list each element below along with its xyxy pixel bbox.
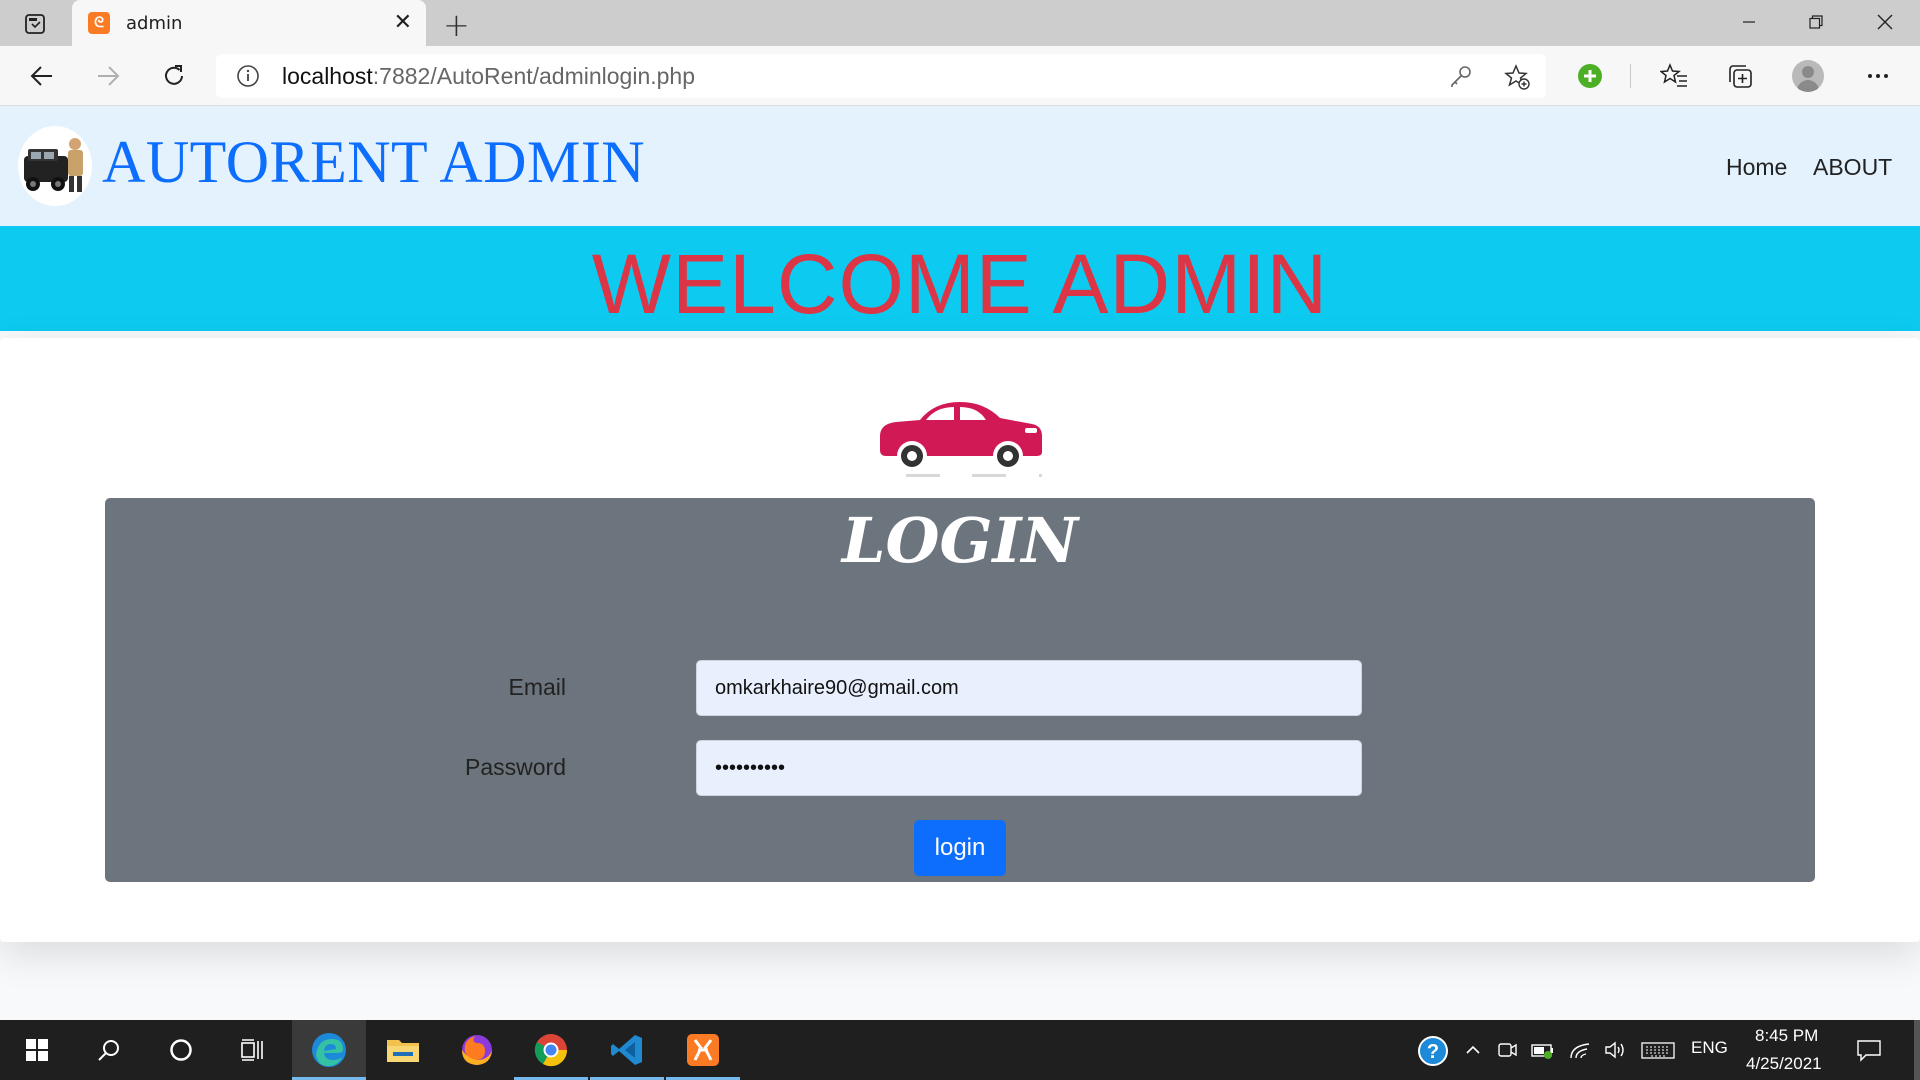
keyboard-icon	[1641, 1042, 1675, 1059]
login-button[interactable]: login	[914, 820, 1006, 876]
task-view-icon	[241, 1039, 263, 1061]
windows-logo-icon	[26, 1039, 48, 1061]
battery-charging-icon	[1531, 1044, 1553, 1059]
site-info-icon[interactable]	[236, 64, 260, 88]
url-text: localhost:7882/AutoRent/adminlogin.php	[282, 63, 695, 90]
tab-title: admin	[126, 13, 183, 34]
task-view-button[interactable]	[216, 1020, 290, 1080]
close-tab-icon[interactable]: ✕	[394, 10, 412, 35]
web-page: AUTORENT ADMIN Home ABOUT WELCOME ADMIN …	[0, 106, 1920, 1020]
firefox-icon	[462, 1035, 492, 1065]
network-button[interactable]	[1568, 1038, 1594, 1062]
windows-taskbar: ? ENG 8:45 PM 4/25/2021	[0, 1020, 1920, 1080]
red-car-image	[880, 402, 1042, 477]
search-button[interactable]	[72, 1020, 146, 1080]
address-bar[interactable]: localhost:7882/AutoRent/adminlogin.php	[216, 54, 1546, 98]
input-language-indicator[interactable]: ENG	[1691, 1038, 1728, 1058]
chevron-up-icon	[1466, 1045, 1480, 1054]
wifi-icon	[1570, 1043, 1590, 1059]
nav-link-home[interactable]: Home	[1726, 154, 1787, 181]
forward-arrow-icon	[98, 66, 120, 86]
favorites-button[interactable]	[1658, 60, 1690, 92]
collections-icon	[1729, 65, 1752, 88]
back-arrow-icon	[30, 66, 52, 86]
green-plus-extension-icon	[1578, 64, 1602, 88]
refresh-icon	[165, 65, 183, 85]
login-card: LOGIN Email Password login	[0, 338, 1920, 942]
folder-icon	[387, 1040, 419, 1062]
password-label: Password	[465, 754, 566, 780]
jeep-logo-icon	[24, 138, 83, 192]
clock-time[interactable]: 8:45 PM	[1755, 1026, 1818, 1046]
welcome-heading: WELCOME ADMIN	[591, 237, 1329, 331]
brand-title[interactable]: AUTORENT ADMIN	[102, 128, 645, 197]
help-button[interactable]: ?	[1416, 1034, 1450, 1068]
taskbar-file-explorer-button[interactable]	[366, 1020, 440, 1080]
show-desktop-button[interactable]	[1914, 1020, 1920, 1080]
start-button[interactable]	[0, 1020, 74, 1080]
minimize-icon	[1743, 21, 1755, 23]
xampp-icon	[687, 1034, 719, 1066]
touch-keyboard-button[interactable]	[1640, 1038, 1676, 1062]
tab-actions-icon	[25, 14, 45, 34]
email-field[interactable]	[696, 660, 1362, 716]
vscode-icon	[611, 1035, 642, 1065]
edge-browser-icon	[312, 1033, 346, 1067]
meet-now-icon	[1498, 1043, 1517, 1057]
svg-text:?: ?	[1427, 1041, 1439, 1063]
profile-avatar-button[interactable]	[1792, 60, 1824, 92]
search-icon	[98, 1040, 119, 1061]
welcome-banner: WELCOME ADMIN	[0, 226, 1920, 331]
taskbar-xampp-button[interactable]	[666, 1020, 740, 1080]
action-center-button[interactable]	[1856, 1038, 1882, 1062]
site-navbar: AUTORENT ADMIN Home ABOUT	[0, 106, 1920, 226]
clock-date[interactable]: 4/25/2021	[1746, 1054, 1822, 1074]
add-favorite-star-icon[interactable]	[1504, 64, 1530, 90]
cortana-circle-icon	[170, 1039, 192, 1061]
taskbar-vscode-button[interactable]	[590, 1020, 664, 1080]
login-form: LOGIN Email Password login	[105, 498, 1815, 882]
password-field[interactable]	[696, 740, 1362, 796]
chrome-icon	[534, 1034, 568, 1067]
password-key-icon[interactable]	[1448, 64, 1474, 90]
taskbar-chrome-button[interactable]	[514, 1020, 588, 1080]
help-question-icon: ?	[1418, 1036, 1448, 1066]
close-icon	[1877, 14, 1893, 30]
forward-button[interactable]	[92, 60, 124, 92]
new-tab-plus-icon[interactable]: +	[443, 6, 470, 44]
url-path: :7882/AutoRent/adminlogin.php	[372, 63, 696, 89]
battery-button[interactable]	[1530, 1038, 1556, 1062]
xampp-favicon-icon: ᘓ	[88, 12, 110, 34]
nav-link-about[interactable]: ABOUT	[1813, 154, 1892, 181]
meet-now-button[interactable]	[1494, 1038, 1520, 1062]
show-hidden-icons-button[interactable]	[1460, 1038, 1486, 1062]
minimize-window-button[interactable]	[1726, 6, 1772, 38]
notification-icon	[1857, 1040, 1881, 1062]
refresh-button[interactable]	[158, 60, 190, 92]
toolbar-divider	[1630, 64, 1631, 88]
restore-icon	[1809, 15, 1823, 29]
extension-button[interactable]	[1574, 60, 1606, 92]
taskbar-firefox-button[interactable]	[440, 1020, 514, 1080]
email-label: Email	[508, 674, 566, 700]
more-dots-icon	[1868, 74, 1888, 78]
taskbar-edge-button[interactable]	[292, 1020, 366, 1080]
favorites-list-icon	[1660, 63, 1687, 87]
back-button[interactable]	[26, 60, 58, 92]
url-host: localhost	[282, 63, 373, 89]
login-heading: LOGIN	[841, 504, 1079, 577]
tab-actions-button[interactable]	[22, 11, 48, 37]
close-window-button[interactable]	[1862, 6, 1908, 38]
settings-more-button[interactable]	[1862, 60, 1894, 92]
collections-button[interactable]	[1724, 60, 1756, 92]
cortana-button[interactable]	[144, 1020, 218, 1080]
speaker-icon	[1605, 1041, 1624, 1059]
volume-button[interactable]	[1602, 1038, 1628, 1062]
browser-tab-admin[interactable]: ᘓ admin ✕	[72, 0, 426, 47]
browser-toolbar: localhost:7882/AutoRent/adminlogin.php	[0, 46, 1920, 106]
brand-logo-car-man-image[interactable]	[18, 126, 92, 206]
browser-tab-bar: ᘓ admin ✕ +	[0, 0, 1920, 47]
restore-window-button[interactable]	[1793, 6, 1839, 38]
